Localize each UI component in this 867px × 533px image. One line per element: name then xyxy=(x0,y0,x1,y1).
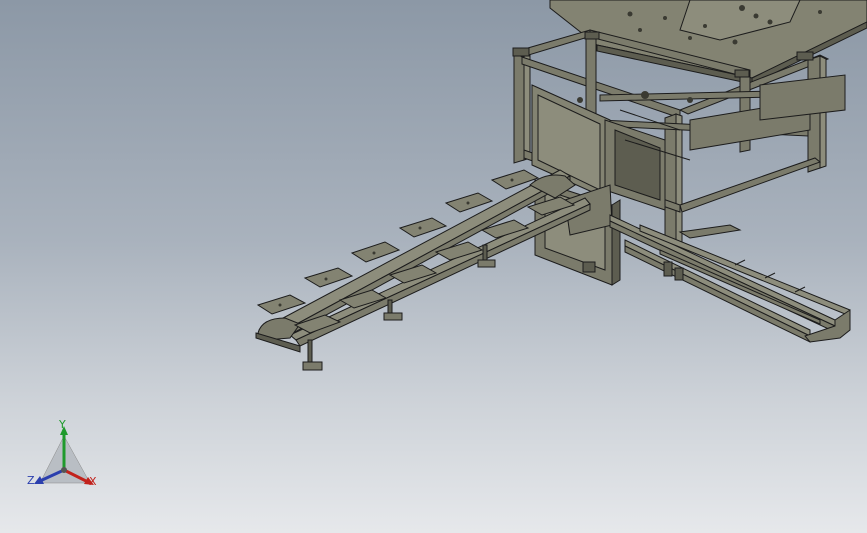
assembly-model[interactable]: .m { fill:#7b7b6b; stroke:#1c1c1c; strok… xyxy=(0,0,867,533)
triad-graphic xyxy=(34,426,94,485)
x-axis-label: X xyxy=(89,475,97,488)
reference-triad: Y Z X xyxy=(22,418,112,498)
z-axis-label: Z xyxy=(27,474,35,487)
y-axis-label: Y xyxy=(59,418,66,431)
right-conveyor xyxy=(609,214,851,343)
graphics-viewport[interactable]: .m { fill:#7b7b6b; stroke:#1c1c1c; strok… xyxy=(0,0,867,533)
